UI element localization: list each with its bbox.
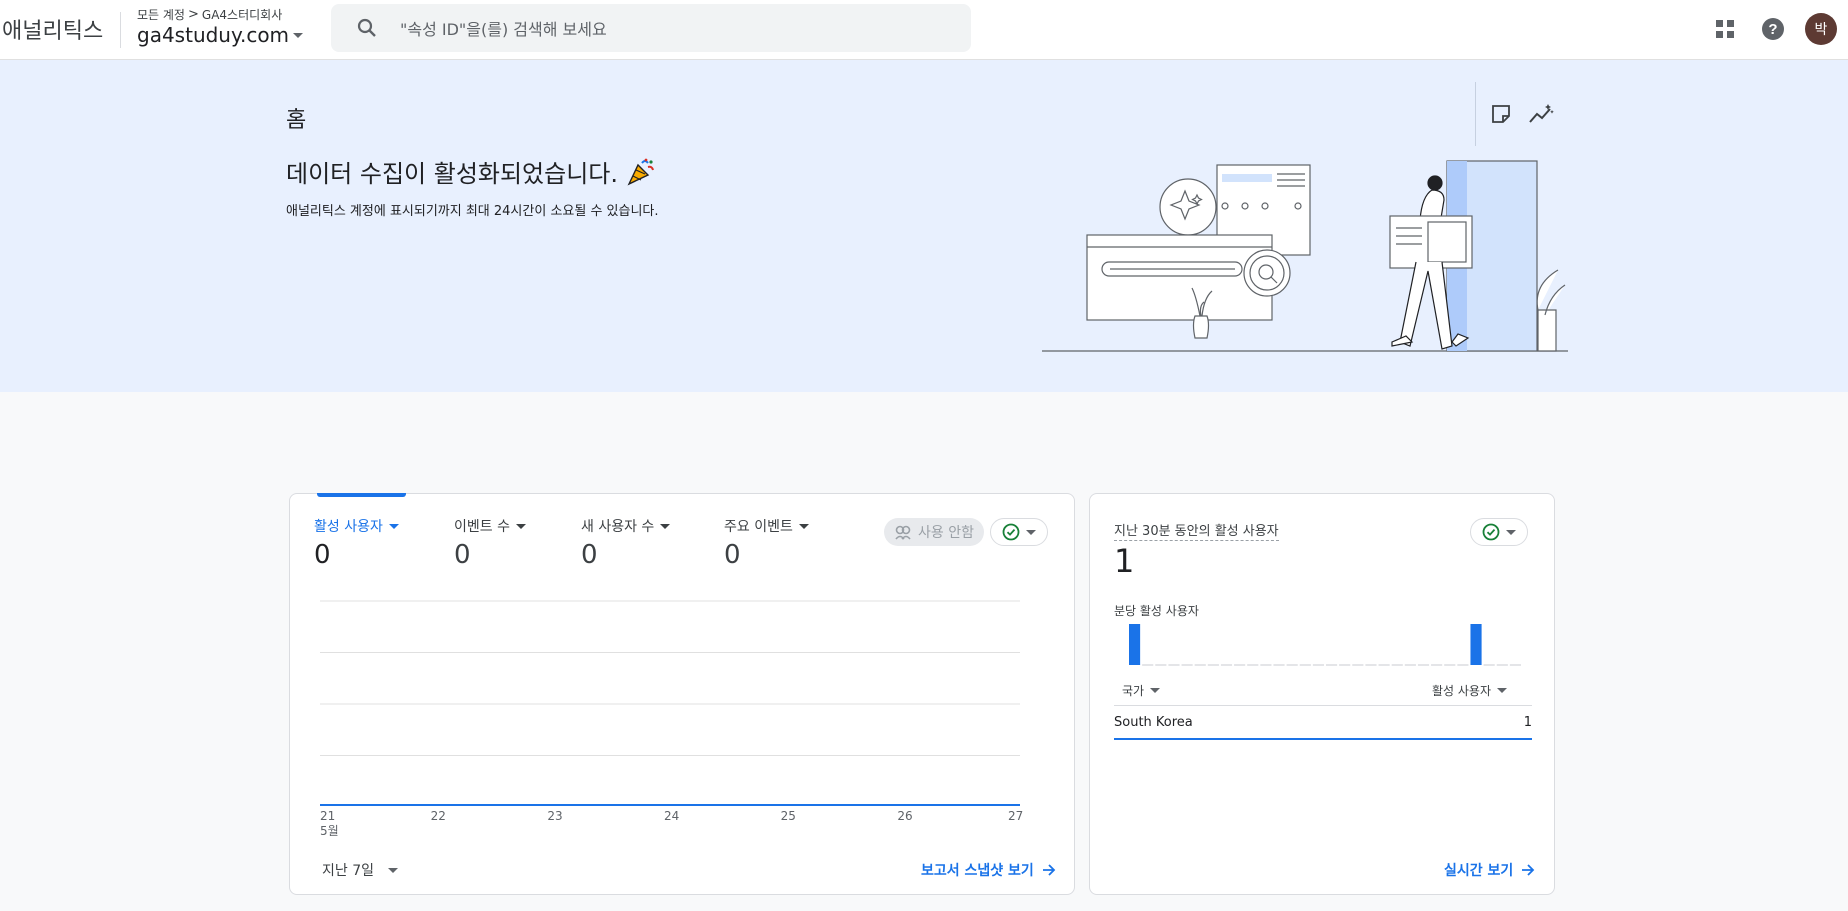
x-tick-label: 24 (664, 809, 680, 823)
table-row[interactable]: South Korea 1 (1114, 706, 1532, 740)
x-axis-month-label: 5월 (320, 824, 339, 838)
home-banner (0, 60, 1848, 392)
per-minute-label: 분당 활성 사용자 (1114, 604, 1199, 618)
overview-card: 활성 사용자 0 이벤트 수 0 새 사용자 수 0 주요 이벤트 0 사용 안… (289, 493, 1075, 895)
view-realtime-link[interactable]: 실시간 보기 (1444, 860, 1535, 880)
realtime-card: 지난 30분 동안의 활성 사용자 1 분당 활성 사용자 국가 활성 사용자 … (1089, 493, 1555, 895)
metric-value: 0 (454, 540, 471, 570)
breadcrumb-separator-icon: > (187, 7, 199, 22)
x-tick-label: 26 (897, 809, 913, 823)
metric-tab-key-events[interactable]: 주요 이벤트 0 (724, 516, 809, 570)
arrow-right-icon (1042, 864, 1056, 876)
x-tick-label: 27 (1008, 809, 1024, 823)
property-name: ga4studuy.com (137, 23, 290, 47)
check-circle-icon (1482, 523, 1500, 541)
caret-down-icon (388, 523, 399, 529)
country-column-header[interactable]: 국가 (1122, 682, 1161, 699)
caret-down-icon (660, 523, 671, 529)
notes-icon[interactable] (1487, 100, 1515, 128)
comparison-disabled-chip: 사용 안함 (884, 518, 984, 546)
metric-tab-new-users[interactable]: 새 사용자 수 0 (581, 516, 671, 570)
view-report-snapshot-label: 보고서 스냅샷 보기 (921, 863, 1034, 879)
breadcrumb-root[interactable]: 모든 계정 (137, 6, 185, 23)
users-cell: 1 (1523, 714, 1532, 730)
data-quality-chip[interactable] (1470, 518, 1528, 546)
banner-divider (1475, 82, 1476, 146)
metric-label: 활성 사용자 (314, 519, 383, 535)
help-icon[interactable]: ? (1758, 14, 1788, 44)
search-input[interactable]: "속성 ID"을(를) 검색해 보세요 (400, 16, 607, 40)
insights-icon[interactable] (1527, 100, 1555, 128)
metric-tab-active-users[interactable]: 활성 사용자 0 (314, 516, 399, 570)
column-label: 국가 (1122, 684, 1145, 698)
caret-down-icon (388, 867, 398, 873)
metric-label: 주요 이벤트 (724, 519, 793, 535)
view-report-snapshot-link[interactable]: 보고서 스냅샷 보기 (921, 860, 1056, 880)
x-tick-label: 23 (547, 809, 563, 823)
header-divider (120, 12, 121, 48)
apps-grid-icon[interactable] (1710, 14, 1740, 44)
compare-icon (895, 525, 911, 540)
caret-down-icon (515, 523, 526, 529)
active-users-column-header[interactable]: 활성 사용자 (1432, 682, 1508, 699)
realtime-title[interactable]: 지난 30분 동안의 활성 사용자 (1114, 520, 1279, 541)
top-app-bar: 애널리틱스 모든 계정 > GA4스터디회사 ga4studuy.com "속성… (0, 0, 1848, 60)
party-popper-icon (627, 158, 654, 185)
search-icon (357, 18, 376, 37)
column-label: 활성 사용자 (1432, 684, 1492, 698)
caret-down-icon (1026, 529, 1036, 535)
caret-down-icon (1150, 688, 1161, 693)
country-cell: South Korea (1114, 714, 1193, 730)
banner-illustration (1042, 160, 1568, 352)
metric-value: 0 (724, 540, 741, 570)
view-realtime-label: 실시간 보기 (1444, 863, 1514, 879)
metric-value: 0 (581, 540, 598, 570)
x-tick-label: 21 (320, 809, 336, 823)
metric-label: 이벤트 수 (454, 519, 510, 535)
page-title: 홈 (286, 108, 307, 133)
minute-bar (1470, 624, 1482, 665)
avatar[interactable]: 박 (1805, 13, 1837, 45)
disabled-chip-label: 사용 안함 (918, 525, 974, 541)
minute-bar (1129, 624, 1141, 665)
active-tab-indicator (317, 493, 406, 497)
search-bar[interactable]: "속성 ID"을(를) 검색해 보세요 (331, 4, 971, 52)
property-selector[interactable]: ga4studuy.com (137, 23, 304, 47)
overview-line-chart (320, 600, 1020, 806)
x-tick-label: 22 (430, 809, 446, 823)
metric-label: 새 사용자 수 (581, 519, 655, 535)
realtime-value: 1 (1114, 542, 1135, 580)
chevron-down-icon (293, 32, 304, 38)
caret-down-icon (1497, 688, 1508, 693)
breadcrumb[interactable]: 모든 계정 > GA4스터디회사 (137, 6, 282, 23)
check-circle-icon (1002, 523, 1020, 541)
caret-down-icon (1506, 529, 1516, 535)
date-range-label: 지난 7일 (322, 863, 374, 879)
banner-heading-text: 데이터 수집이 활성화되었습니다. (286, 160, 619, 188)
banner-subtext: 애널리틱스 계정에 표시되기까지 최대 24시간이 소요될 수 있습니다. (286, 204, 659, 219)
x-tick-label: 25 (780, 809, 796, 823)
arrow-right-icon (1522, 864, 1535, 876)
metric-value: 0 (314, 540, 331, 570)
data-quality-chip[interactable] (990, 518, 1048, 546)
svg-text:?: ? (1768, 21, 1777, 38)
banner-heading: 데이터 수집이 활성화되었습니다. (286, 154, 656, 189)
breadcrumb-account[interactable]: GA4스터디회사 (202, 6, 282, 23)
caret-down-icon (798, 523, 809, 529)
app-name[interactable]: 애널리틱스 (2, 13, 103, 45)
per-minute-bar-chart (1129, 624, 1521, 666)
date-range-selector[interactable]: 지난 7일 (322, 860, 398, 880)
metric-tab-event-count[interactable]: 이벤트 수 0 (454, 516, 526, 570)
